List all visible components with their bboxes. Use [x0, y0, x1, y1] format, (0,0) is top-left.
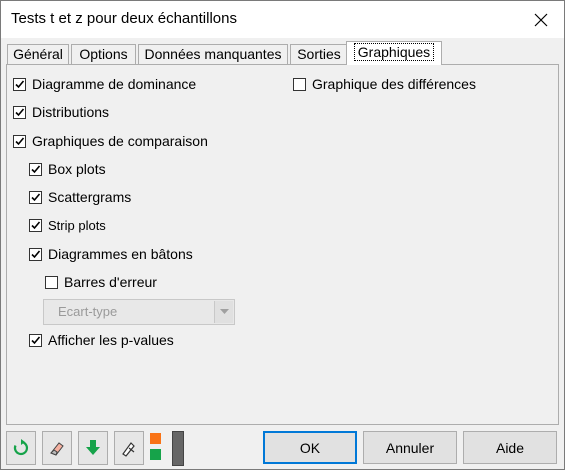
error-type-select[interactable]: Ecart-type	[43, 299, 235, 325]
ok-button[interactable]: OK	[263, 431, 357, 464]
checkbox-error-bars[interactable]: Barres d'erreur	[45, 272, 157, 292]
eraser-icon	[50, 442, 64, 456]
checkbox-comparison[interactable]: Graphiques de comparaison	[13, 131, 208, 151]
download-icon	[86, 440, 100, 455]
checkbox-scattergrams[interactable]: Scattergrams	[29, 187, 131, 207]
window-title: Tests t et z pour deux échantillons	[11, 10, 237, 27]
close-icon	[534, 13, 548, 26]
tab-panel: Diagramme de dominance Distributions Gra…	[6, 64, 559, 425]
chevron-down-icon	[214, 301, 233, 323]
reset-icon	[13, 439, 29, 456]
close-button[interactable]	[518, 1, 564, 38]
checkbox-strip-plots[interactable]: Strip plots	[29, 215, 106, 235]
checkbox-distributions[interactable]: Distributions	[13, 102, 109, 122]
dialog-window: Tests t et z pour deux échantillons Géné…	[0, 0, 565, 470]
checkbox-bar-charts[interactable]: Diagrammes en bâtons	[29, 244, 193, 264]
cursor-icon	[122, 442, 135, 457]
checkbox-dominance[interactable]: Diagramme de dominance	[13, 74, 196, 94]
title-bar: Tests t et z pour deux échantillons	[1, 1, 564, 38]
help-button[interactable]: Aide	[463, 431, 557, 464]
reset-button[interactable]	[6, 431, 36, 465]
tab-options[interactable]: Options	[71, 44, 136, 64]
eraser-button[interactable]	[42, 431, 72, 465]
download-button[interactable]	[78, 431, 108, 465]
cursor-button[interactable]	[114, 431, 144, 465]
tab-missing-data[interactable]: Données manquantes	[138, 44, 288, 64]
checkbox-boxplots[interactable]: Box plots	[29, 159, 106, 179]
checkbox-p-values[interactable]: Afficher les p-values	[29, 330, 174, 350]
tab-outputs[interactable]: Sorties	[290, 44, 348, 64]
checkbox-differences[interactable]: Graphique des différences	[293, 74, 476, 94]
tab-general[interactable]: Général	[7, 44, 69, 64]
cancel-button[interactable]: Annuler	[363, 431, 457, 464]
button-bar: OK Annuler Aide	[1, 426, 564, 469]
layout-toggle-icon[interactable]	[150, 431, 184, 466]
tab-charts[interactable]: Graphiques	[346, 41, 442, 65]
